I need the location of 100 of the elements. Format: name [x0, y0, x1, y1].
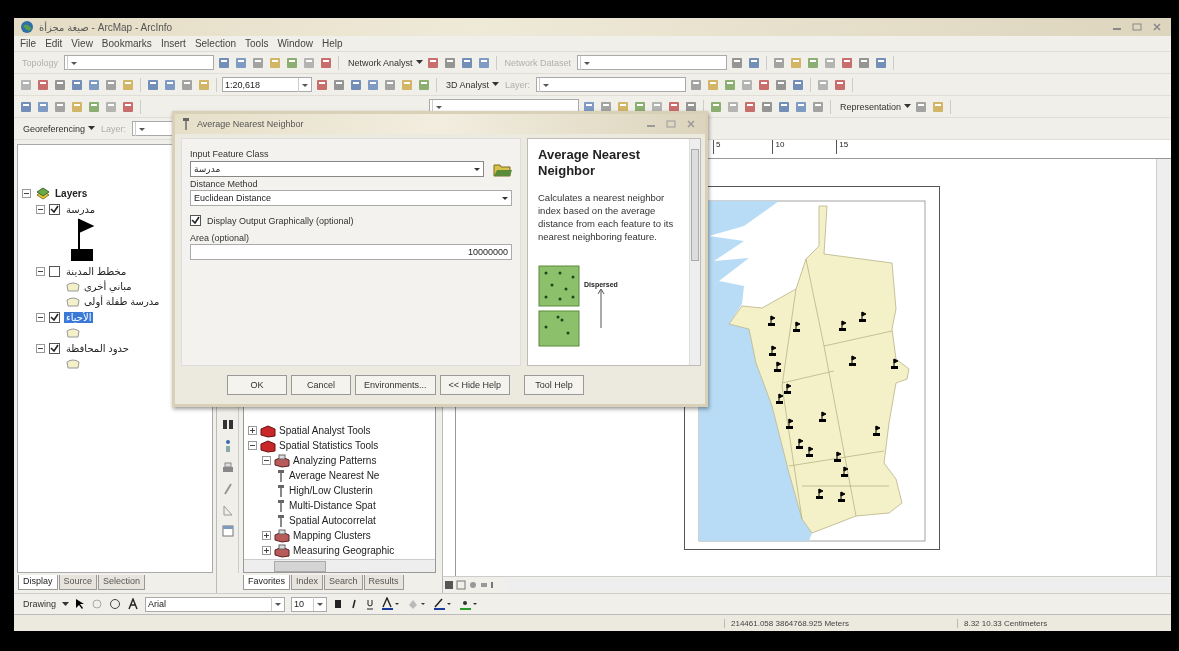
maximize-icon[interactable]	[1132, 23, 1142, 31]
menu-item[interactable]: Bookmarks	[101, 38, 152, 49]
tool-icon[interactable]	[794, 99, 808, 114]
tool-icon[interactable]	[777, 99, 791, 114]
tool-icon[interactable]	[349, 77, 363, 92]
expand-icon[interactable]	[248, 426, 257, 435]
toolbox-tree-item[interactable]: Analyzing Patterns	[293, 455, 377, 466]
dialog-button[interactable]: Environments...	[355, 375, 436, 395]
tool-icon[interactable]	[476, 55, 491, 70]
vertical-scrollbar[interactable]	[689, 139, 700, 365]
tool-icon[interactable]	[146, 77, 160, 92]
tool-icon[interactable]	[459, 55, 474, 70]
tool-icon[interactable]	[70, 77, 84, 92]
toc-tab[interactable]: Display	[18, 575, 58, 590]
tool-icon[interactable]	[104, 99, 118, 114]
tool-icon[interactable]	[315, 77, 329, 92]
tool-icon[interactable]	[104, 77, 118, 92]
tool-icon[interactable]	[332, 77, 346, 92]
layer-name[interactable]: الأحياء	[64, 311, 94, 323]
tool-icon[interactable]	[706, 77, 721, 92]
menu-item[interactable]: Help	[321, 38, 343, 49]
binoculars-icon[interactable]	[221, 418, 234, 430]
dropdown-arrow-icon[interactable]	[313, 597, 326, 611]
collapse-icon[interactable]	[36, 266, 45, 276]
drawing-menu[interactable]: Drawing	[19, 598, 56, 610]
dropdown-arrow-icon[interactable]	[271, 597, 284, 611]
layer-checkbox[interactable]	[49, 203, 60, 215]
dialog-button[interactable]: Tool Help	[524, 375, 585, 395]
tool-icon[interactable]	[19, 99, 33, 114]
expand-icon[interactable]	[262, 531, 271, 540]
tool-icon[interactable]	[36, 99, 50, 114]
combo-box[interactable]: 1:20,618	[222, 77, 312, 92]
menu-item[interactable]: Selection	[194, 38, 237, 49]
toc-tab[interactable]: Selection	[98, 575, 146, 590]
tool-icon[interactable]	[816, 77, 831, 92]
toolbar-menu[interactable]: 3D Analyst	[442, 78, 490, 91]
toc-tab[interactable]: Source	[58, 575, 98, 590]
layer-checkbox[interactable]	[49, 311, 60, 323]
tool-icon[interactable]	[616, 99, 630, 114]
underline-icon[interactable]	[365, 598, 375, 610]
dropdown-field[interactable]: Euclidean Distance	[190, 190, 512, 206]
tool-icon[interactable]	[789, 55, 804, 70]
toolbar-menu[interactable]: Representation	[836, 100, 902, 113]
tool-icon[interactable]	[791, 77, 806, 92]
layer-name[interactable]: حدود المحافظة	[64, 342, 131, 354]
toolbox-tree-item[interactable]: Measuring Geographic	[293, 545, 395, 556]
tool-icon[interactable]	[857, 55, 872, 70]
tool-icon[interactable]	[70, 99, 84, 114]
italic-icon[interactable]	[349, 598, 359, 610]
tool-icon[interactable]	[726, 99, 740, 114]
tool-icon[interactable]	[833, 77, 848, 92]
tool-icon[interactable]	[121, 77, 135, 92]
pointer-icon[interactable]	[75, 598, 85, 610]
collapse-icon[interactable]	[36, 204, 45, 214]
tool-icon[interactable]	[931, 99, 946, 114]
menu-item[interactable]: File	[20, 38, 37, 49]
tool-icon[interactable]	[121, 99, 135, 114]
tool-icon[interactable]	[442, 55, 457, 70]
dialog-button[interactable]: << Hide Help	[439, 375, 511, 395]
toolbox-tree-item[interactable]: Mapping Clusters	[293, 530, 371, 541]
font-combo-box[interactable]: Arial	[145, 596, 285, 612]
input-field[interactable]: 10000000	[190, 244, 512, 260]
menu-item[interactable]: View	[71, 38, 93, 49]
caret-icon[interactable]	[492, 82, 500, 87]
tool-icon[interactable]	[251, 55, 266, 70]
dropdown-arrow-icon[interactable]	[298, 77, 311, 92]
text-tool-icon[interactable]	[127, 598, 139, 610]
tool-icon[interactable]	[709, 99, 723, 114]
tool-icon[interactable]	[582, 99, 596, 114]
menu-item[interactable]: Edit	[45, 38, 63, 49]
collapse-icon[interactable]	[36, 312, 45, 322]
printer-icon[interactable]	[221, 462, 234, 474]
tool-icon[interactable]	[811, 99, 825, 114]
toolbar-menu[interactable]: Georeferencing	[19, 122, 86, 135]
toolbox-tree-item[interactable]: Average Nearest Ne	[289, 470, 380, 481]
vertical-scrollbar[interactable]	[1156, 159, 1171, 576]
tool-icon[interactable]	[774, 77, 789, 92]
tool-icon[interactable]	[760, 99, 774, 114]
menu-item[interactable]: Window	[277, 38, 313, 49]
horizontal-scrollbar[interactable]	[507, 579, 1171, 591]
menu-item[interactable]: Tools	[245, 38, 269, 49]
close-icon[interactable]	[686, 120, 696, 128]
tool-icon[interactable]	[36, 77, 50, 92]
tool-icon[interactable]	[633, 99, 647, 114]
ellipse-icon[interactable]	[109, 598, 121, 610]
dialog-button[interactable]: OK	[227, 375, 287, 395]
layer-checkbox[interactable]	[49, 342, 60, 354]
tool-icon[interactable]	[667, 99, 681, 114]
toolbox-tree-item[interactable]: Multi-Distance Spat	[289, 500, 376, 511]
tool-icon[interactable]	[757, 77, 772, 92]
tool-icon[interactable]	[740, 77, 755, 92]
tool-icon[interactable]	[19, 77, 33, 92]
toolbox-tab[interactable]: Index	[291, 575, 324, 590]
toolbox-tab[interactable]: Favorites	[243, 575, 290, 590]
toolbox-tab[interactable]: Search	[324, 575, 363, 590]
expand-icon[interactable]	[262, 546, 271, 555]
tool-icon[interactable]	[302, 55, 317, 70]
tool-icon[interactable]	[743, 99, 757, 114]
tool-icon[interactable]	[319, 55, 334, 70]
tool-icon[interactable]	[180, 77, 194, 92]
